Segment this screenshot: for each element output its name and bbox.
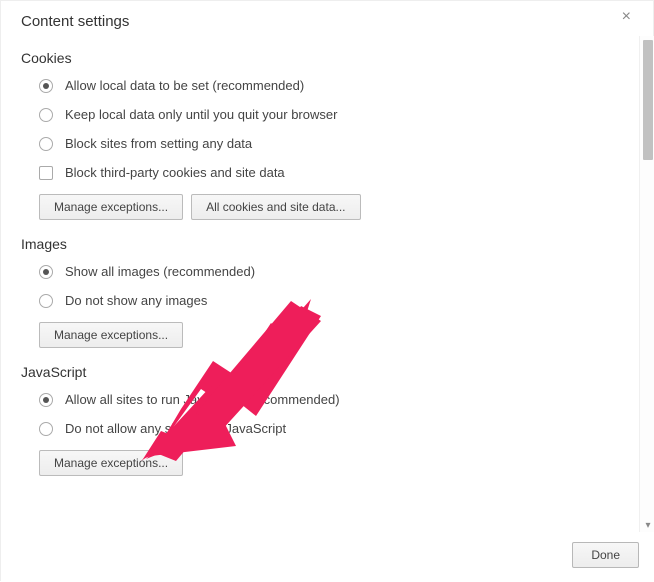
cookies-block-thirdparty-checkbox[interactable]: Block third-party cookies and site data [39,165,619,180]
radio-icon [39,108,53,122]
option-label: Keep local data only until you quit your… [65,107,337,122]
content-wrapper: Cookies Allow local data to be set (reco… [1,36,654,532]
dialog-title: Content settings [21,13,129,30]
cookies-option-block[interactable]: Block sites from setting any data [39,136,619,151]
option-label: Allow local data to be set (recommended) [65,78,304,93]
images-manage-exceptions-button[interactable]: Manage exceptions... [39,322,183,348]
option-label: Show all images (recommended) [65,264,255,279]
section-title-images: Images [21,236,619,252]
cookies-button-row: Manage exceptions... All cookies and sit… [39,194,619,220]
radio-icon [39,265,53,279]
option-label: Do not show any images [65,293,207,308]
javascript-option-block[interactable]: Do not allow any site to run JavaScript [39,421,619,436]
dialog-header: Content settings × [1,1,654,36]
images-option-block[interactable]: Do not show any images [39,293,619,308]
radio-icon [39,79,53,93]
cookies-option-keep-until-quit[interactable]: Keep local data only until you quit your… [39,107,619,122]
radio-icon [39,393,53,407]
scrollbar-thumb[interactable] [643,40,653,160]
javascript-button-row: Manage exceptions... [39,450,619,476]
javascript-manage-exceptions-button[interactable]: Manage exceptions... [39,450,183,476]
close-icon[interactable]: × [618,9,635,25]
checkbox-icon [39,166,53,180]
vertical-scrollbar[interactable]: ▾ [639,36,654,532]
radio-icon [39,294,53,308]
chevron-down-icon[interactable]: ▾ [644,522,652,530]
content-scroll-area: Cookies Allow local data to be set (reco… [1,36,639,532]
section-title-cookies: Cookies [21,50,619,66]
option-label: Block third-party cookies and site data [65,165,285,180]
images-option-show-all[interactable]: Show all images (recommended) [39,264,619,279]
radio-icon [39,137,53,151]
cookies-all-data-button[interactable]: All cookies and site data... [191,194,360,220]
done-button[interactable]: Done [572,542,639,568]
cookies-option-allow[interactable]: Allow local data to be set (recommended) [39,78,619,93]
option-label: Do not allow any site to run JavaScript [65,421,286,436]
dialog-footer: Done [1,532,654,582]
section-title-javascript: JavaScript [21,364,619,380]
content-settings-dialog: Content settings × Cookies Allow local d… [1,1,654,582]
images-button-row: Manage exceptions... [39,322,619,348]
javascript-option-allow[interactable]: Allow all sites to run JavaScript (recom… [39,392,619,407]
cookies-manage-exceptions-button[interactable]: Manage exceptions... [39,194,183,220]
option-label: Block sites from setting any data [65,136,252,151]
option-label: Allow all sites to run JavaScript (recom… [65,392,340,407]
radio-icon [39,422,53,436]
